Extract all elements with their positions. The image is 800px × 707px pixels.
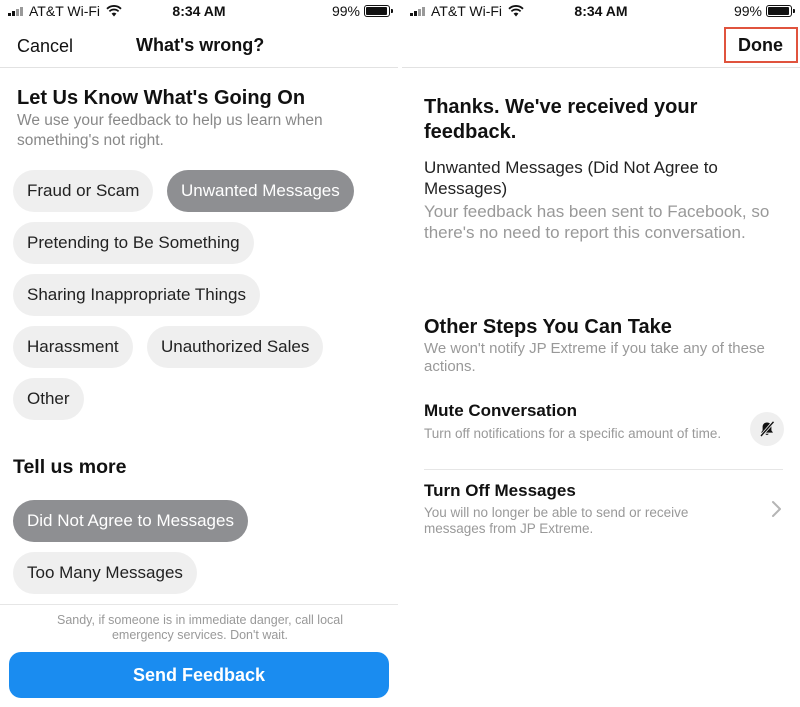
done-button[interactable]: Done [738, 35, 783, 56]
battery-icon [766, 5, 795, 17]
category-chip-unwanted-messages[interactable]: Unwanted Messages [167, 170, 354, 212]
status-bar: AT&T Wi-Fi 8:34 AM 99% [0, 0, 398, 24]
reason-chip-too-many[interactable]: Too Many Messages [13, 552, 197, 594]
confirmation-screen: AT&T Wi-Fi 8:34 AM 99% Done Thanks. We'v… [402, 0, 800, 707]
reported-reason: Unwanted Messages (Did Not Agree to Mess… [424, 158, 718, 198]
mute-conversation-desc: Turn off notifications for a specific am… [424, 426, 722, 441]
tell-more-heading: Tell us more [13, 456, 127, 478]
status-bar: AT&T Wi-Fi 8:34 AM 99% [402, 0, 800, 24]
nav-bar: Cancel What's wrong? [0, 24, 398, 68]
chevron-right-icon[interactable] [770, 498, 784, 520]
battery-area: 99% [733, 3, 795, 19]
battery-percent: 99% [331, 3, 360, 19]
turn-off-messages-desc: You will no longer be able to send or re… [424, 505, 689, 536]
turn-off-messages-title[interactable]: Turn Off Messages [424, 481, 576, 501]
confirmation-heading: Thanks. We've received your feedback. [424, 96, 698, 143]
battery-percent: 99% [733, 3, 762, 19]
sent-notice: Your feedback has been sent to Facebook,… [424, 202, 770, 242]
section-subheading: We use your feedback to help us learn wh… [17, 112, 323, 149]
category-chip-harassment[interactable]: Harassment [13, 326, 133, 368]
other-steps-heading: Other Steps You Can Take [424, 316, 672, 338]
cancel-button[interactable]: Cancel [17, 36, 73, 57]
other-steps-subheading: We won't notify JP Extreme if you take a… [424, 340, 765, 375]
footer-divider [0, 604, 398, 605]
category-chip-other[interactable]: Other [13, 378, 84, 420]
battery-icon [364, 5, 393, 17]
category-chip-inappropriate[interactable]: Sharing Inappropriate Things [13, 274, 260, 316]
reason-chip-did-not-agree[interactable]: Did Not Agree to Messages [13, 500, 248, 542]
report-screen: AT&T Wi-Fi 8:34 AM 99% Cancel What's wro… [0, 0, 398, 707]
battery-area: 99% [331, 3, 393, 19]
bell-off-icon [759, 420, 775, 437]
emergency-warning: Sandy, if someone is in immediate danger… [56, 613, 344, 642]
mute-button[interactable] [750, 412, 784, 446]
send-feedback-button[interactable]: Send Feedback [9, 652, 389, 698]
category-chip-fraud[interactable]: Fraud or Scam [13, 170, 154, 212]
mute-conversation-title[interactable]: Mute Conversation [424, 401, 577, 421]
category-chip-unauthorized-sales[interactable]: Unauthorized Sales [147, 326, 324, 368]
section-heading: Let Us Know What's Going On [17, 87, 306, 109]
page-title: What's wrong? [136, 35, 265, 55]
nav-divider [402, 67, 800, 68]
category-chip-pretending[interactable]: Pretending to Be Something [13, 222, 254, 264]
options-divider [424, 469, 783, 470]
